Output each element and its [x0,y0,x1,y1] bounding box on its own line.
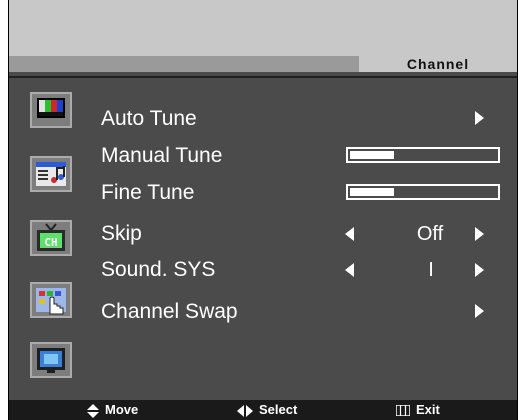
menu-item-skip[interactable]: Skip Off [101,220,521,248]
title-bar-shade [9,56,359,72]
skip-value: Off [416,223,444,245]
exit-hint: Exit [396,400,440,420]
channel-menu: CH Auto Tune Manual Tune Fine Tune Skip … [9,72,517,400]
sound-sys-value: I [428,259,434,281]
title-bar: Channel [9,56,517,72]
right-arrow-icon[interactable] [475,304,484,318]
right-arrow-icon[interactable] [475,111,484,125]
manual-tune-bar-fill [350,151,394,159]
manual-tune-bar[interactable] [346,147,500,163]
menu-icon [396,405,410,417]
menu-item-sound-sys[interactable]: Sound. SYS I [101,256,521,284]
fine-tune-bar-fill [350,188,394,196]
move-hint-label: Move [105,402,139,417]
right-arrow-icon[interactable] [475,227,484,241]
menu-item-label: Skip [101,222,142,245]
left-right-arrows-icon [237,404,253,417]
move-hint: Move [87,400,138,420]
osd-top-panel [9,0,517,56]
menu-item-manual-tune[interactable]: Manual Tune [101,142,521,170]
select-hint: Select [237,400,297,420]
hint-bar: Move Select Exit [9,400,517,420]
sound-icon[interactable] [30,156,72,192]
menu-item-label: Fine Tune [101,181,195,204]
left-arrow-icon[interactable] [345,263,354,277]
screen-icon[interactable] [30,342,72,378]
function-icon[interactable] [30,282,72,318]
svg-text:CH: CH [44,236,57,249]
menu-item-auto-tune[interactable]: Auto Tune [101,105,521,133]
menu-item-channel-swap[interactable]: Channel Swap [101,298,521,326]
right-arrow-icon[interactable] [475,263,484,277]
menu-title: Channel [406,56,470,72]
select-hint-label: Select [259,402,298,417]
menu-item-label: Auto Tune [101,107,197,130]
menu-item-label: Sound. SYS [101,258,216,281]
left-arrow-icon[interactable] [345,227,354,241]
menu-item-label: Channel Swap [101,300,238,323]
exit-hint-label: Exit [416,402,440,417]
up-down-arrows-icon [87,403,99,418]
fine-tune-bar[interactable] [346,184,500,200]
picture-icon[interactable] [30,92,72,128]
menu-item-label: Manual Tune [101,144,223,167]
menu-item-fine-tune[interactable]: Fine Tune [101,179,521,207]
channel-icon[interactable]: CH [30,220,72,256]
